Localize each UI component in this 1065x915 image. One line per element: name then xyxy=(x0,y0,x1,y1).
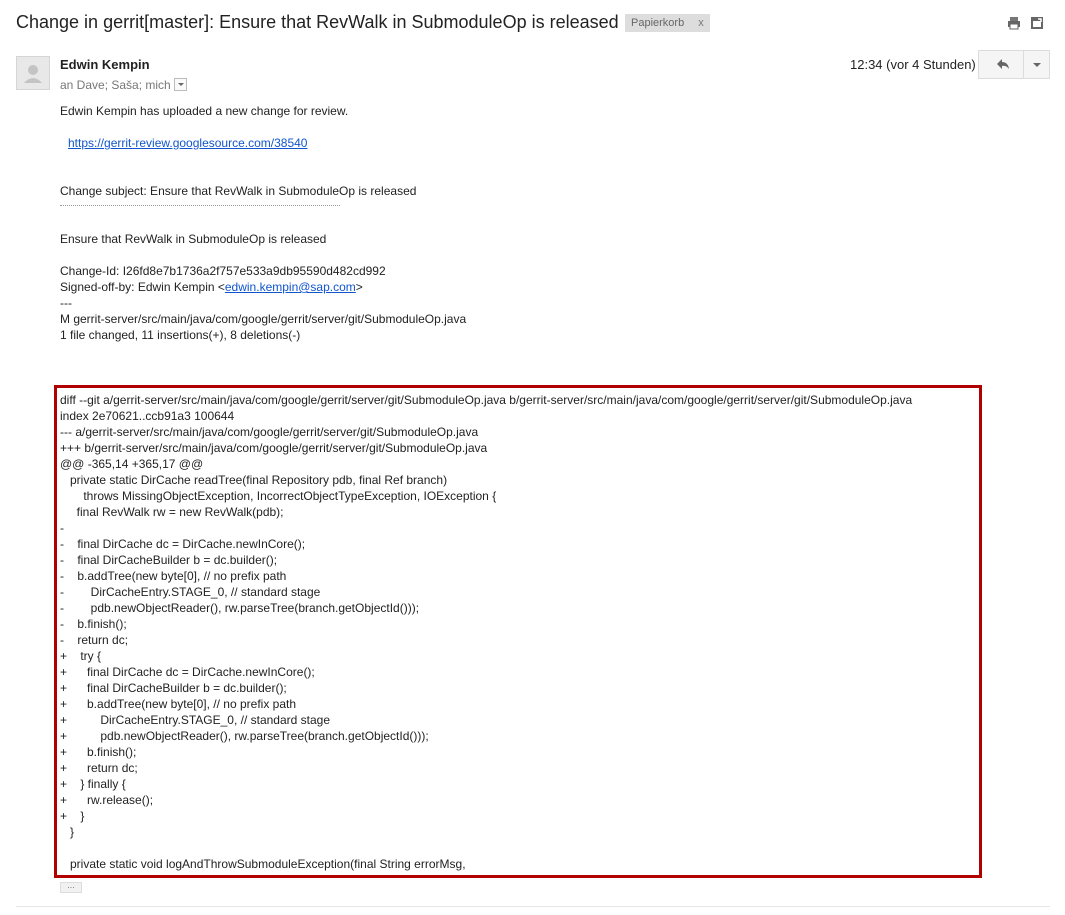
diff-line: + pdb.newObjectReader(), rw.parseTree(br… xyxy=(60,729,429,743)
diff-line: + final DirCache dc = DirCache.newInCore… xyxy=(60,665,315,679)
diff-stats: 1 file changed, 11 insertions(+), 8 dele… xyxy=(60,328,301,342)
diff-line: index 2e70621..ccb91a3 100644 xyxy=(60,409,235,423)
diff-line: + rw.release(); xyxy=(60,793,154,807)
divider xyxy=(16,906,1050,907)
avatar xyxy=(16,56,50,90)
signed-off-by: Signed-off-by: Edwin Kempin <edwin.kempi… xyxy=(60,280,363,294)
diff-line: - xyxy=(60,521,64,535)
diff-line: - pdb.newObjectReader(), rw.parseTree(br… xyxy=(60,601,420,615)
diff-line: + DirCacheEntry.STAGE_0, // standard sta… xyxy=(60,713,331,727)
diff-line: + try { xyxy=(60,649,102,663)
email-subject: Change in gerrit[master]: Ensure that Re… xyxy=(16,12,619,32)
diff-line: + final DirCacheBuilder b = dc.builder()… xyxy=(60,681,287,695)
diff-line: --- a/gerrit-server/src/main/java/com/go… xyxy=(60,425,479,439)
reply-icon xyxy=(997,59,1009,69)
recipients: an Dave; Saša; mich xyxy=(60,78,187,92)
subject-bar: Change in gerrit[master]: Ensure that Re… xyxy=(0,0,1065,48)
diff-line: + return dc; xyxy=(60,761,138,775)
diff-line: + b.finish(); xyxy=(60,745,137,759)
modified-file: M gerrit-server/src/main/java/com/google… xyxy=(60,312,467,326)
recipients-text: an Dave; Saša; mich xyxy=(60,78,171,92)
diff-line: private static DirCache readTree(final R… xyxy=(60,473,448,487)
diff-line: private static void logAndThrowSubmodule… xyxy=(60,857,466,871)
remove-label-icon[interactable]: x xyxy=(698,17,704,29)
diff-line: - DirCacheEntry.STAGE_0, // standard sta… xyxy=(60,585,321,599)
change-subject-line: Change subject: Ensure that RevWalk in S… xyxy=(60,184,417,198)
person-icon xyxy=(24,65,42,83)
sender-name[interactable]: Edwin Kempin xyxy=(60,57,150,72)
diff-line: +++ b/gerrit-server/src/main/java/com/go… xyxy=(60,441,488,455)
print-icon[interactable] xyxy=(1007,16,1021,30)
diff-line: + b.addTree(new byte[0], // no prefix pa… xyxy=(60,697,297,711)
show-details-dropdown[interactable] xyxy=(173,78,187,92)
diff-line: + } xyxy=(60,809,85,823)
signed-off-suffix: > xyxy=(355,280,363,294)
new-window-icon[interactable] xyxy=(1030,16,1044,30)
show-trimmed-content-button[interactable]: ... xyxy=(60,881,82,893)
label-text: Papierkorb xyxy=(631,17,685,29)
signed-off-prefix: Signed-off-by: Edwin Kempin < xyxy=(60,280,225,294)
diff-line: throws MissingObjectException, Incorrect… xyxy=(60,489,497,503)
diff-line: final RevWalk rw = new RevWalk(pdb); xyxy=(60,505,284,519)
diff-line: - final DirCache dc = DirCache.newInCore… xyxy=(60,537,306,551)
reply-button[interactable] xyxy=(978,50,1024,79)
change-id: Change-Id: I26fd8e7b1736a2f757e533a9db95… xyxy=(60,264,386,278)
diff-line: - return dc; xyxy=(60,633,129,647)
diff-line: } xyxy=(60,825,75,839)
signed-off-email-link[interactable]: edwin.kempin@sap.com xyxy=(225,280,356,294)
message-date: 12:34 (vor 4 Stunden) xyxy=(850,57,976,72)
diff-line: - final DirCacheBuilder b = dc.builder()… xyxy=(60,553,278,567)
diff-line: @@ -365,14 +365,17 @@ xyxy=(60,457,204,471)
diff-line: - b.addTree(new byte[0], // no prefix pa… xyxy=(60,569,287,583)
dotted-separator xyxy=(60,205,340,206)
more-options-button[interactable] xyxy=(1024,50,1050,79)
separator-dashes: --- xyxy=(60,296,72,310)
diff-line: - b.finish(); xyxy=(60,617,127,631)
change-link[interactable]: https://gerrit-review.googlesource.com/3… xyxy=(68,136,307,150)
intro-text: Edwin Kempin has uploaded a new change f… xyxy=(60,104,349,118)
diff-line: diff --git a/gerrit-server/src/main/java… xyxy=(60,393,913,407)
label-chip-papierkorb[interactable]: Papierkorb x xyxy=(625,14,710,32)
commit-title: Ensure that RevWalk in SubmoduleOp is re… xyxy=(60,232,327,246)
diff-line: + } finally { xyxy=(60,777,126,791)
